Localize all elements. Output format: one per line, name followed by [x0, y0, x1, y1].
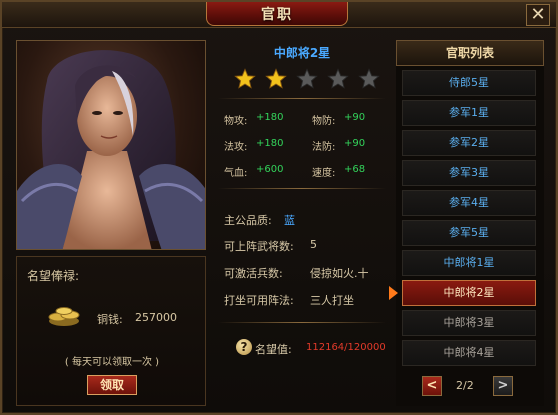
rank-list-item[interactable]: 参军4星: [402, 190, 536, 216]
window-title: 官职: [206, 2, 348, 26]
next-page-button[interactable]: >: [493, 376, 513, 396]
prop-value: 三人打坐: [310, 294, 354, 307]
star-filled-icon: [265, 68, 287, 89]
rank-list-item[interactable]: 参军5星: [402, 220, 536, 246]
divider: [218, 188, 386, 189]
prop-label: 主公品质:: [224, 214, 272, 227]
salary-panel: 名望俸禄: 铜钱: 257000 ( 每天可以领取一次 ) 领取: [16, 256, 206, 406]
prop-value: 蓝: [284, 214, 295, 227]
rank-list-title: 官职列表: [396, 40, 544, 66]
receive-button[interactable]: 领取: [87, 375, 137, 395]
rank-stars: [234, 68, 380, 90]
prop-value: 5: [310, 238, 317, 251]
stat-value: +600: [256, 164, 284, 175]
prop-label: 可激活兵数:: [224, 267, 283, 280]
stat-label: 速度:: [312, 168, 336, 179]
rank-list-item[interactable]: 参军3星: [402, 160, 536, 186]
stat-value: +180: [256, 138, 284, 149]
star-filled-icon: [234, 68, 256, 89]
rank-list-panel: 官职列表 侍郎5星参军1星参军2星参军3星参军4星参军5星中郎将1星中郎将2星中…: [389, 40, 544, 406]
rank-list-item[interactable]: 参军1星: [402, 100, 536, 126]
divider: [218, 98, 386, 99]
prop-value: 侵掠如火.十: [310, 267, 369, 280]
stat-value: +180: [256, 112, 284, 123]
salary-title: 名望俸禄:: [27, 269, 80, 283]
rank-list-item[interactable]: 中郎将2星: [402, 280, 536, 306]
star-empty-icon: [296, 68, 318, 89]
portrait-illustration: [17, 50, 205, 249]
rank-list-item[interactable]: 中郎将1星: [402, 250, 536, 276]
close-button[interactable]: ✕: [526, 4, 550, 26]
coin-label: 铜钱:: [97, 313, 123, 326]
office-window: 官职 ✕ 名望俸禄: 铜钱: 257000 (每天可以领取一次) 领取 中郎…: [0, 0, 558, 415]
title-bar: 官职 ✕: [2, 2, 556, 28]
stat-value: +90: [344, 112, 366, 123]
star-empty-icon: [358, 68, 380, 89]
rank-info-panel: 中郎将2星 物攻: +180 物防: +90 法攻: +180 法防: +90 …: [214, 40, 390, 406]
daily-note: ( 每天可以领取一次 ): [64, 357, 160, 368]
prev-page-button[interactable]: <: [422, 376, 442, 396]
stat-value: +68: [344, 164, 366, 175]
prop-label: 打坐可用阵法:: [224, 294, 294, 307]
star-empty-icon: [327, 68, 349, 89]
stat-label: 法防:: [312, 142, 336, 153]
general-portrait: [16, 40, 206, 250]
stat-label: 法攻:: [224, 142, 248, 153]
question-mark-icon[interactable]: ?: [236, 339, 252, 355]
page-indicator: 2/2: [456, 379, 474, 392]
rank-list-item[interactable]: 侍郎5星: [402, 70, 536, 96]
stat-label: 物防:: [312, 116, 336, 127]
selected-arrow-icon: [389, 286, 398, 300]
fame-value: 112164/120000: [306, 342, 386, 353]
coin-stack-icon: [48, 307, 80, 326]
rank-list-item[interactable]: 中郎将4星: [402, 340, 536, 366]
rank-list-item[interactable]: 参军2星: [402, 130, 536, 156]
stat-label: 物攻:: [224, 116, 248, 127]
prop-label: 可上阵武将数:: [224, 240, 294, 253]
coin-value: 257000: [135, 311, 177, 324]
stat-label: 气血:: [224, 168, 248, 179]
fame-label: 名望值:: [255, 343, 292, 356]
rank-name: 中郎将2星: [273, 46, 331, 60]
stat-value: +90: [344, 138, 366, 149]
divider: [218, 322, 386, 323]
rank-list-item[interactable]: 中郎将3星: [402, 310, 536, 336]
